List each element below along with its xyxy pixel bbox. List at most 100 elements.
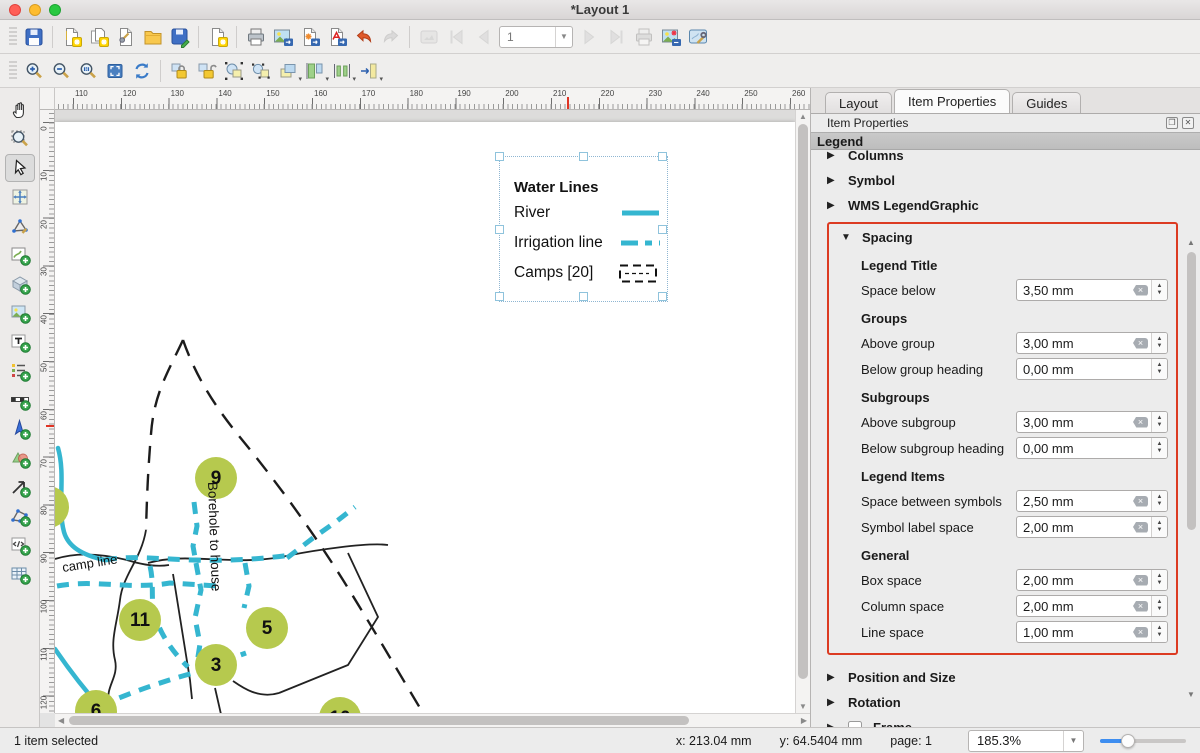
unlock-items-button[interactable]: [193, 57, 220, 84]
selection-handle[interactable]: [658, 152, 667, 161]
panel-scroll-up-icon[interactable]: ▲: [1187, 238, 1195, 247]
below-subgroup-heading-input[interactable]: 0,00 mm▲▼: [1016, 437, 1168, 459]
export-as-image-button[interactable]: [269, 23, 296, 50]
atlas-settings-button[interactable]: [684, 23, 711, 50]
atlas-page-combo[interactable]: 1▼: [499, 26, 573, 48]
spin-up-icon[interactable]: ▲: [1157, 362, 1163, 369]
layout-manager-button[interactable]: [112, 23, 139, 50]
map-item[interactable]: 91153610camp lineBorehole to house: [55, 122, 795, 713]
chevron-down-icon[interactable]: ▼: [841, 232, 851, 243]
export-atlas-button[interactable]: [657, 23, 684, 50]
spin-up-icon[interactable]: ▲: [1157, 415, 1163, 422]
group-items-button[interactable]: [220, 57, 247, 84]
distribute-items-button[interactable]: ▾: [328, 57, 355, 84]
add-arrow-button[interactable]: [5, 473, 35, 501]
section-rotation[interactable]: ▶Rotation: [827, 690, 1178, 715]
section-frame[interactable]: ▶Frame: [827, 715, 1178, 727]
spin-up-icon[interactable]: ▲: [1157, 441, 1163, 448]
float-panel-icon[interactable]: ❐: [1166, 117, 1178, 129]
select-move-item-button[interactable]: [5, 154, 35, 182]
add-shape-button[interactable]: [5, 444, 35, 472]
clear-value-icon[interactable]: ×: [1133, 496, 1148, 507]
clear-value-icon[interactable]: ×: [1133, 338, 1148, 349]
spinner-buttons[interactable]: ▲▼: [1151, 570, 1167, 590]
add-picture-button[interactable]: [5, 299, 35, 327]
symbol-label-space-input[interactable]: 2,00 mm×▲▼: [1016, 516, 1168, 538]
canvas-vertical-scrollbar[interactable]: ▲ ▼: [795, 110, 810, 713]
duplicate-layout-button[interactable]: [85, 23, 112, 50]
scroll-up-icon[interactable]: ▲: [799, 112, 807, 121]
clear-value-icon[interactable]: ×: [1133, 575, 1148, 586]
close-panel-icon[interactable]: ✕: [1182, 117, 1194, 129]
zoom-in-button[interactable]: [20, 57, 47, 84]
canvas-horizontal-scrollbar[interactable]: ◀ ▶: [55, 713, 810, 727]
spinner-buttons[interactable]: ▲▼: [1151, 438, 1167, 458]
tab-item-properties[interactable]: Item Properties: [894, 89, 1010, 113]
spinner-buttons[interactable]: ▲▼: [1151, 622, 1167, 642]
save-as-template-button[interactable]: [166, 23, 193, 50]
resize-items-button[interactable]: ▾: [355, 57, 382, 84]
scroll-down-icon[interactable]: ▼: [799, 702, 807, 711]
add-pages-button[interactable]: [204, 23, 231, 50]
zoom-slider-handle[interactable]: [1121, 734, 1135, 748]
spinner-buttons[interactable]: ▲▼: [1151, 333, 1167, 353]
zoom-full-button[interactable]: [101, 57, 128, 84]
scroll-right-icon[interactable]: ▶: [801, 716, 807, 725]
spin-up-icon[interactable]: ▲: [1157, 283, 1163, 290]
export-as-svg-button[interactable]: [296, 23, 323, 50]
spin-down-icon[interactable]: ▼: [1157, 448, 1163, 455]
chevron-right-icon[interactable]: ▶: [827, 697, 837, 708]
panel-scroll-down-icon[interactable]: ▼: [1187, 690, 1195, 699]
tab-layout[interactable]: Layout: [825, 92, 892, 113]
spin-up-icon[interactable]: ▲: [1157, 336, 1163, 343]
section-wms-legendgraphic[interactable]: ▶WMS LegendGraphic: [827, 193, 1178, 218]
above-subgroup-input[interactable]: 3,00 mm×▲▼: [1016, 411, 1168, 433]
column-space-input[interactable]: 2,00 mm×▲▼: [1016, 595, 1168, 617]
print-layout-button[interactable]: [242, 23, 269, 50]
lock-items-button[interactable]: [166, 57, 193, 84]
move-item-content-button[interactable]: [5, 183, 35, 211]
spinner-buttons[interactable]: ▲▼: [1151, 517, 1167, 537]
selection-handle[interactable]: [495, 152, 504, 161]
new-layout-button[interactable]: [58, 23, 85, 50]
line-space-input[interactable]: 1,00 mm×▲▼: [1016, 621, 1168, 643]
clear-value-icon[interactable]: ×: [1133, 417, 1148, 428]
zoom-actual-button[interactable]: [74, 57, 101, 84]
add-3d-map-button[interactable]: [5, 270, 35, 298]
spinner-buttons[interactable]: ▲▼: [1151, 596, 1167, 616]
spin-down-icon[interactable]: ▼: [1157, 580, 1163, 587]
add-node-item-button[interactable]: [5, 502, 35, 530]
save-project-button[interactable]: [20, 23, 47, 50]
spin-down-icon[interactable]: ▼: [1157, 606, 1163, 613]
clear-value-icon[interactable]: ×: [1133, 522, 1148, 533]
chevron-down-icon[interactable]: ▼: [1063, 731, 1083, 751]
above-group-input[interactable]: 3,00 mm×▲▼: [1016, 332, 1168, 354]
refresh-view-button[interactable]: [128, 57, 155, 84]
chevron-down-icon[interactable]: ▼: [555, 27, 572, 47]
spin-down-icon[interactable]: ▼: [1157, 369, 1163, 376]
spin-down-icon[interactable]: ▼: [1157, 501, 1163, 508]
pan-tool-button[interactable]: [5, 96, 35, 124]
selection-handle[interactable]: [658, 225, 667, 234]
tab-guides[interactable]: Guides: [1012, 92, 1081, 113]
edit-nodes-item-button[interactable]: [5, 212, 35, 240]
section-position-and-size[interactable]: ▶Position and Size: [827, 665, 1178, 690]
selection-handle[interactable]: [495, 292, 504, 301]
layout-canvas[interactable]: 91153610camp lineBorehole to house Water…: [55, 110, 795, 713]
export-as-pdf-button[interactable]: [323, 23, 350, 50]
spinner-buttons[interactable]: ▲▼: [1151, 280, 1167, 300]
clear-value-icon[interactable]: ×: [1133, 285, 1148, 296]
zoom-level-combo[interactable]: 185.3% ▼: [968, 730, 1084, 752]
spin-up-icon[interactable]: ▲: [1157, 599, 1163, 606]
below-group-heading-input[interactable]: 0,00 mm▲▼: [1016, 358, 1168, 380]
spinner-buttons[interactable]: ▲▼: [1151, 359, 1167, 379]
clear-value-icon[interactable]: ×: [1133, 627, 1148, 638]
chevron-right-icon[interactable]: ▶: [827, 175, 837, 186]
spin-down-icon[interactable]: ▼: [1157, 632, 1163, 639]
panel-scrollbar[interactable]: ▲ ▼: [1186, 238, 1198, 699]
box-space-input[interactable]: 2,00 mm×▲▼: [1016, 569, 1168, 591]
spin-down-icon[interactable]: ▼: [1157, 343, 1163, 350]
undo-button[interactable]: [350, 23, 377, 50]
add-html-button[interactable]: [5, 531, 35, 559]
section-spacing[interactable]: ▼Spacing: [841, 225, 1168, 250]
